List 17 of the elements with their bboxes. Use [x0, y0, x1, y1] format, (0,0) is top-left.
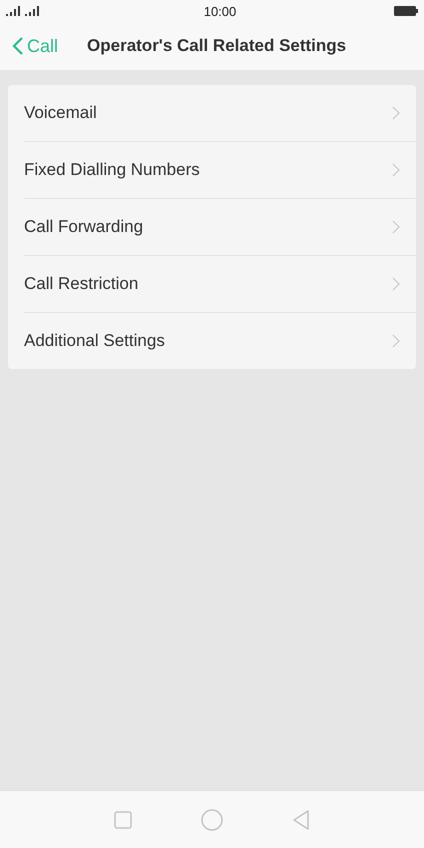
settings-row[interactable]: Voicemail — [24, 85, 416, 142]
chevron-right-icon — [392, 106, 400, 120]
page-title: Operator's Call Related Settings — [87, 36, 346, 56]
back-chevron-icon — [12, 36, 24, 56]
chevron-right-icon — [392, 334, 400, 348]
chevron-right-icon — [392, 220, 400, 234]
chevron-right-icon — [392, 163, 400, 177]
settings-row[interactable]: Fixed Dialling Numbers — [24, 142, 416, 199]
home-icon[interactable] — [200, 808, 224, 832]
settings-row[interactable]: Call Forwarding — [24, 199, 416, 256]
recents-icon[interactable] — [113, 810, 134, 830]
back-icon[interactable] — [290, 808, 311, 830]
settings-row[interactable]: Call Restriction — [24, 256, 416, 313]
status-time: 10:00 — [204, 4, 236, 18]
settings-row[interactable]: Additional Settings — [24, 313, 416, 369]
battery-icon — [394, 6, 418, 16]
chevron-right-icon — [392, 277, 400, 291]
